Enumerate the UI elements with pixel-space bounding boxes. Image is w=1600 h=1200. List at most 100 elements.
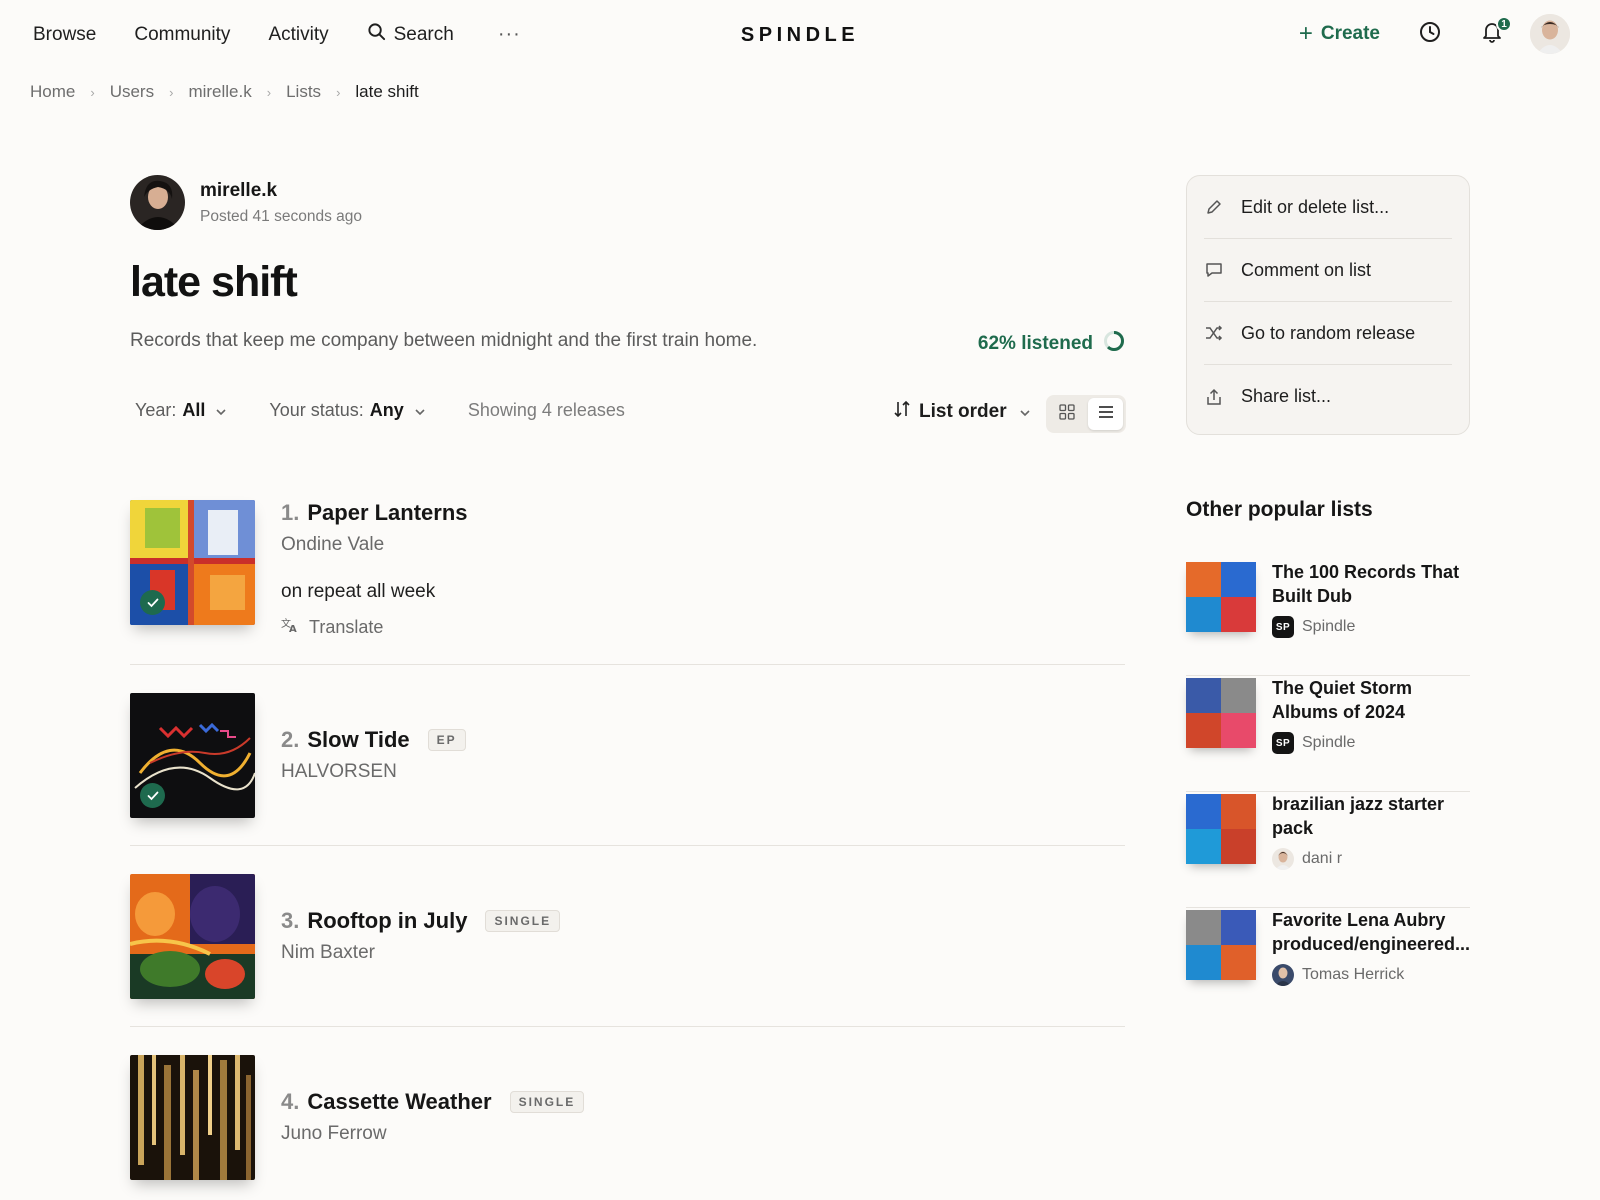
action-label: Comment on list bbox=[1241, 259, 1372, 280]
year-filter[interactable]: Year: All bbox=[135, 400, 227, 421]
user-avatar[interactable] bbox=[1530, 14, 1570, 54]
release-cover[interactable] bbox=[130, 1055, 255, 1180]
release-number: 2. bbox=[281, 727, 300, 752]
popular-list-cover[interactable] bbox=[1186, 678, 1256, 748]
create-button-label: Create bbox=[1320, 23, 1380, 44]
action-label: Edit or delete list... bbox=[1241, 196, 1390, 217]
release-cover[interactable] bbox=[130, 693, 255, 818]
release-title[interactable]: Rooftop in July bbox=[307, 908, 467, 934]
status-filter-value: Any bbox=[369, 400, 404, 420]
listened-check-icon bbox=[140, 590, 165, 615]
spindle-badge: SP bbox=[1272, 616, 1294, 638]
release-item: 1. Paper Lanterns Ondine Vale on repeat … bbox=[130, 500, 1125, 638]
chevron-right-icon: › bbox=[169, 84, 174, 100]
progress-label: 62% listened bbox=[977, 333, 1093, 354]
action-label: Go to random release bbox=[1241, 322, 1416, 343]
notification-count-badge: 1 bbox=[1496, 16, 1512, 32]
random-release-action[interactable]: Go to random release bbox=[1204, 302, 1452, 365]
popular-list-title[interactable]: The Quiet Storm Albums of 2024 bbox=[1272, 676, 1482, 724]
release-artist[interactable]: Ondine Vale bbox=[281, 534, 384, 556]
posted-timestamp: Posted 41 seconds ago bbox=[200, 207, 363, 225]
popular-list-author[interactable]: Tomas Herrick bbox=[1272, 964, 1404, 986]
popular-list-author[interactable]: dani r bbox=[1272, 848, 1342, 870]
release-type-badge: SINGLE bbox=[485, 910, 561, 932]
release-item: 2. Slow Tide EP HALVORSEN bbox=[130, 693, 1125, 818]
release-title-row: 3. Rooftop in July SINGLE bbox=[281, 908, 561, 934]
chevron-right-icon: › bbox=[266, 84, 272, 100]
shuffle-icon bbox=[1204, 325, 1224, 341]
popular-list-cover[interactable] bbox=[1186, 794, 1256, 864]
list-actions-panel: Edit or delete list... Comment on list G… bbox=[1186, 175, 1470, 435]
popular-list-title[interactable]: The 100 Records That Built Dub bbox=[1272, 560, 1482, 608]
comment-icon bbox=[1204, 261, 1224, 279]
filter-bar: Year: All Your status: Any Showing 4 rel… bbox=[135, 400, 625, 421]
release-number: 3. bbox=[281, 908, 300, 933]
popular-list-author-name: Tomas Herrick bbox=[1302, 966, 1405, 983]
release-title-row: 4. Cassette Weather SINGLE bbox=[281, 1089, 585, 1115]
release-cover[interactable] bbox=[130, 874, 255, 999]
release-artist[interactable]: Nim Baxter bbox=[281, 942, 375, 964]
author-name[interactable]: mirelle.k bbox=[200, 180, 362, 202]
translate-icon: 文A bbox=[281, 617, 299, 638]
popular-list-author-name: Spindle bbox=[1302, 618, 1356, 635]
history-button[interactable] bbox=[1418, 21, 1442, 48]
release-title-row: 2. Slow Tide EP bbox=[281, 727, 466, 753]
popular-list-item: The Quiet Storm Albums of 2024 SP Spindl… bbox=[1186, 676, 1470, 792]
breadcrumb-home[interactable]: Home bbox=[30, 82, 75, 102]
create-button[interactable]: + Create bbox=[1299, 22, 1380, 46]
release-title[interactable]: Paper Lanterns bbox=[307, 500, 467, 526]
sort-icon bbox=[893, 400, 911, 424]
release-artist[interactable]: Juno Ferrow bbox=[281, 1123, 387, 1145]
divider bbox=[130, 845, 1125, 846]
author-avatar[interactable] bbox=[130, 175, 185, 230]
popular-list-item: Favorite Lena Aubry produced/engineered.… bbox=[1186, 908, 1470, 1024]
comment-list-action[interactable]: Comment on list bbox=[1204, 239, 1452, 302]
chevron-right-icon: › bbox=[336, 84, 341, 100]
breadcrumb-users[interactable]: Users bbox=[110, 82, 154, 102]
chevron-down-icon bbox=[215, 400, 227, 421]
view-toggle bbox=[1046, 395, 1126, 433]
progress-ring-icon bbox=[1103, 330, 1125, 358]
list-view-button[interactable] bbox=[1088, 398, 1123, 430]
showing-count: Showing 4 releases bbox=[467, 400, 625, 420]
release-note: on repeat all week bbox=[281, 581, 436, 602]
spindle-badge: SP bbox=[1272, 732, 1294, 754]
clock-icon bbox=[1419, 21, 1441, 48]
listened-check-icon bbox=[140, 783, 165, 808]
list-icon bbox=[1098, 405, 1114, 424]
grid-icon bbox=[1058, 403, 1075, 425]
breadcrumb-current: late shift bbox=[355, 82, 419, 101]
notifications-button[interactable]: 1 bbox=[1480, 16, 1512, 46]
popular-list-cover[interactable] bbox=[1186, 562, 1256, 632]
plus-icon: + bbox=[1298, 20, 1313, 47]
divider bbox=[130, 664, 1125, 665]
action-label: Share list... bbox=[1241, 386, 1332, 406]
popular-list-author[interactable]: SP Spindle bbox=[1272, 616, 1355, 638]
popular-list-author[interactable]: SP Spindle bbox=[1272, 732, 1355, 754]
pencil-icon bbox=[1204, 198, 1224, 216]
release-number: 4. bbox=[281, 1089, 300, 1114]
release-title[interactable]: Cassette Weather bbox=[307, 1089, 491, 1115]
release-item: 3. Rooftop in July SINGLE Nim Baxter bbox=[130, 874, 1125, 999]
list-description: Records that keep me company between mid… bbox=[130, 330, 758, 351]
chevron-down-icon bbox=[1019, 401, 1031, 423]
edit-list-action[interactable]: Edit or delete list... bbox=[1204, 176, 1452, 239]
release-artist[interactable]: HALVORSEN bbox=[281, 761, 397, 783]
breadcrumb-user[interactable]: mirelle.k bbox=[188, 82, 251, 102]
popular-list-title[interactable]: brazilian jazz starter pack bbox=[1272, 792, 1482, 840]
year-filter-value: All bbox=[182, 400, 206, 420]
share-list-action[interactable]: Share list... bbox=[1204, 365, 1452, 428]
release-type-badge: SINGLE bbox=[509, 1091, 585, 1113]
sort-dropdown[interactable]: List order bbox=[893, 400, 1031, 424]
status-filter[interactable]: Your status: Any bbox=[269, 400, 425, 421]
listened-progress: 62% listened bbox=[978, 330, 1125, 358]
breadcrumb-lists[interactable]: Lists bbox=[286, 82, 321, 102]
status-filter-label: Your status: bbox=[269, 400, 364, 420]
release-cover[interactable] bbox=[130, 500, 255, 625]
popular-list-title[interactable]: Favorite Lena Aubry produced/engineered.… bbox=[1272, 908, 1482, 956]
release-title[interactable]: Slow Tide bbox=[307, 727, 409, 753]
popular-list-author-name: Spindle bbox=[1302, 734, 1356, 751]
grid-view-button[interactable] bbox=[1049, 398, 1084, 430]
translate-button[interactable]: 文A Translate bbox=[281, 617, 383, 638]
popular-list-cover[interactable] bbox=[1186, 910, 1256, 980]
